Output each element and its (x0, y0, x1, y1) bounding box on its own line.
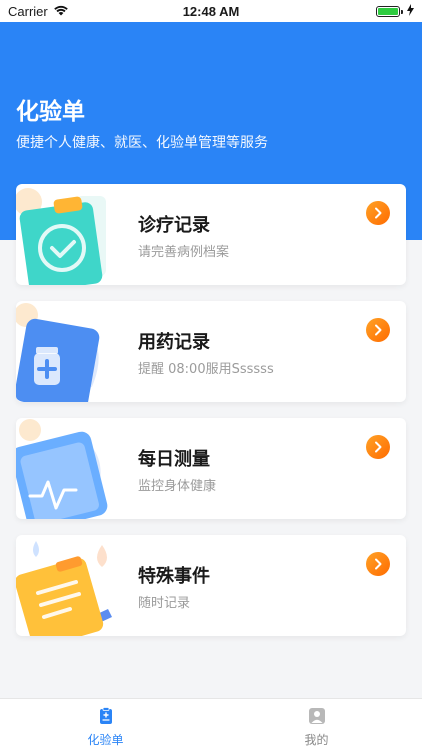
clipboard-check-icon (16, 184, 116, 285)
report-icon (97, 707, 115, 728)
charging-bolt-icon (407, 3, 414, 19)
phone-heartbeat-icon (16, 418, 116, 519)
status-left: Carrier (8, 4, 69, 19)
chevron-right-icon[interactable] (366, 552, 390, 576)
status-right (376, 3, 414, 19)
card-special-event[interactable]: 特殊事件 随时记录 (16, 535, 406, 636)
card-title: 特殊事件 (138, 566, 210, 587)
person-icon (308, 707, 326, 728)
card-subtitle: 请完善病例档案 (138, 245, 230, 260)
medicine-bottle-icon (16, 301, 116, 402)
tab-mine[interactable]: 我的 (211, 699, 422, 750)
page-subtitle: 便捷个人健康、就医、化验单管理等服务 (16, 135, 268, 151)
card-medication-record[interactable]: 用药记录 提醒 08:00服用Ssssss (16, 301, 406, 402)
tab-label: 我的 (304, 733, 329, 747)
wifi-icon (53, 4, 69, 19)
card-title: 诊疗记录 (138, 215, 210, 236)
card-subtitle: 监控身体健康 (138, 479, 217, 494)
card-daily-measurement[interactable]: 每日测量 监控身体健康 (16, 418, 406, 519)
notepad-pen-icon (16, 535, 116, 636)
tab-bar: 化验单 我的 (0, 698, 422, 750)
card-title: 每日测量 (138, 449, 210, 470)
status-bar: Carrier 12:48 AM (0, 0, 422, 22)
chevron-right-icon[interactable] (366, 435, 390, 459)
battery-icon (376, 5, 403, 17)
tab-label: 化验单 (87, 733, 124, 747)
chevron-right-icon[interactable] (366, 201, 390, 225)
card-title: 用药记录 (138, 332, 210, 353)
chevron-right-icon[interactable] (366, 318, 390, 342)
carrier-label: Carrier (8, 3, 48, 19)
tab-lab-report[interactable]: 化验单 (0, 699, 211, 750)
card-subtitle: 随时记录 (138, 596, 191, 611)
card-subtitle: 提醒 08:00服用Ssssss (138, 362, 274, 377)
card-diagnosis-record[interactable]: 诊疗记录 请完善病例档案 (16, 184, 406, 285)
page-title: 化验单 (16, 99, 85, 125)
